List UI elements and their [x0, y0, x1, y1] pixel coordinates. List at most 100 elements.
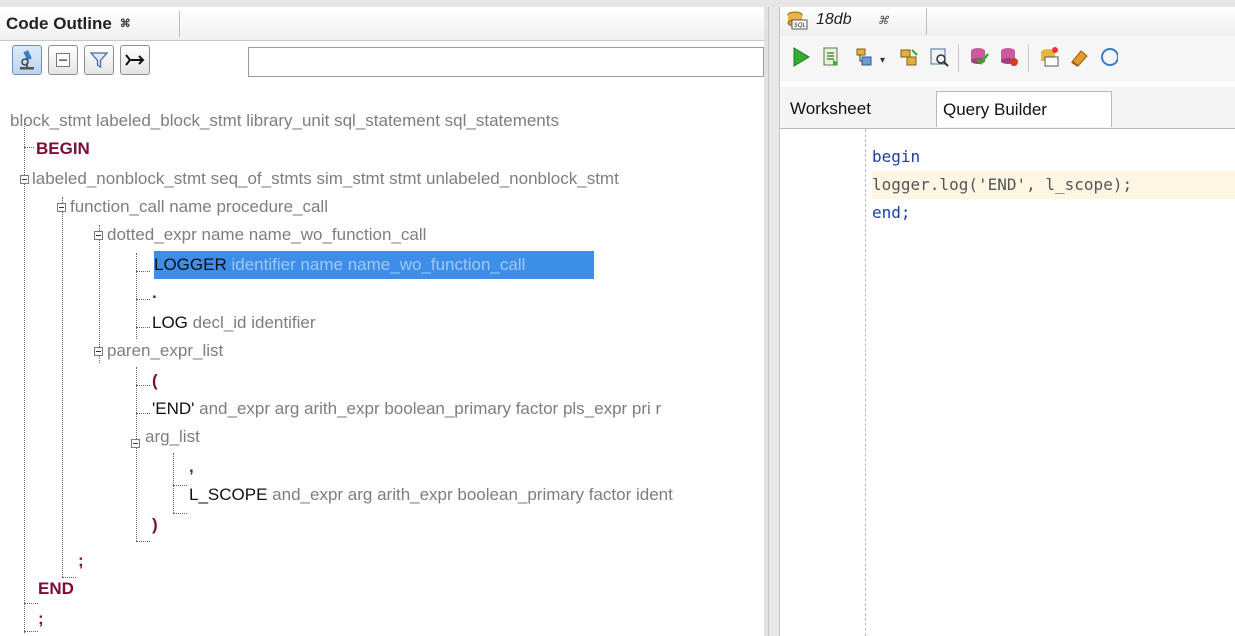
tree-branch — [24, 147, 34, 148]
token-dot: . — [152, 283, 157, 302]
tab-query-builder[interactable]: Query Builder — [936, 91, 1112, 127]
tree-branch — [173, 513, 187, 514]
unshared-worksheet-button[interactable] — [1036, 44, 1062, 70]
run-statement-button[interactable] — [788, 44, 814, 70]
follow-editor-button[interactable] — [120, 45, 150, 75]
tree-node-lparen[interactable]: ( — [152, 367, 158, 395]
tree-node-begin[interactable]: BEGIN — [36, 135, 90, 163]
token-final-semicolon: ; — [38, 609, 44, 628]
code-outline-panel: Code Outline ⌘ block_stmt labeled_block_… — [0, 7, 768, 636]
tree-node-logger-selected[interactable]: LOGGER identifier name name_wo_function_… — [154, 251, 594, 279]
token-end-string: 'END' — [152, 399, 195, 418]
tree-node-label: function_call name procedure_call — [70, 197, 328, 216]
tree-guide-line — [136, 367, 137, 541]
token-begin: BEGIN — [36, 139, 90, 158]
outline-filter-input[interactable] — [248, 47, 764, 77]
commit-button[interactable] — [966, 44, 992, 70]
microscope-icon — [20, 50, 34, 70]
token-comma: , — [189, 457, 194, 476]
token-lscope: L_SCOPE — [189, 485, 268, 504]
tree-node-labeled-stmt[interactable]: labeled_nonblock_stmt seq_of_stmts sim_s… — [32, 165, 619, 193]
filter-button[interactable] — [84, 45, 114, 75]
sql-tuning-button[interactable] — [926, 44, 952, 70]
tree-node-dotted-expr[interactable]: dotted_expr name name_wo_function_call — [107, 221, 426, 249]
token-semicolon: ; — [78, 551, 84, 570]
tree-node-label: dotted_expr name name_wo_function_call — [107, 225, 427, 244]
editor-gutter-line — [865, 129, 866, 636]
tree-node-dot[interactable]: . — [152, 279, 157, 307]
tree-node-root[interactable]: block_stmt labeled_block_stmt library_un… — [10, 107, 559, 135]
window-top-band — [0, 0, 1235, 7]
run-icon — [793, 47, 810, 67]
autotrace-icon — [900, 49, 918, 66]
autotrace-button[interactable] — [896, 44, 922, 70]
tree-node-log[interactable]: LOG decl_id identifier — [152, 309, 316, 337]
microscope-button[interactable] — [12, 45, 42, 75]
tree-guide-line — [24, 119, 25, 633]
tree-branch — [136, 271, 150, 272]
tree-node-paren-expr-list[interactable]: paren_expr_list — [107, 337, 223, 365]
script-icon — [823, 47, 838, 66]
collapse-node-icon[interactable] — [57, 203, 66, 212]
collapse-icon — [56, 53, 70, 67]
token-log: LOG — [152, 313, 188, 332]
tuning-icon — [930, 48, 949, 67]
worksheet-toolbar: ▾ — [780, 36, 1235, 82]
dropdown-caret-icon[interactable]: ▾ — [880, 55, 885, 66]
tree-node-arg-list[interactable]: arg_list — [145, 423, 200, 451]
tree-branch — [136, 299, 150, 300]
collapse-node-icon[interactable] — [131, 439, 140, 448]
clear-button[interactable] — [1066, 44, 1092, 70]
collapse-node-icon[interactable] — [94, 347, 103, 356]
tree-guide-line — [173, 453, 174, 513]
new-sql-worksheet-icon — [1041, 47, 1059, 67]
tree-node-desc: and_expr arg arith_expr boolean_primary … — [199, 399, 662, 418]
eraser-icon — [1071, 50, 1088, 67]
panel-splitter[interactable] — [768, 7, 780, 636]
collapse-all-button[interactable] — [48, 45, 78, 75]
rollback-button[interactable] — [996, 44, 1022, 70]
close-tab-icon[interactable]: ⌘ — [878, 14, 889, 27]
tree-node-rparen[interactable]: ) — [152, 511, 158, 539]
tree-node-semicolon[interactable]: ; — [78, 547, 84, 575]
collapse-node-icon[interactable] — [94, 231, 103, 240]
code-line-3: end; — [872, 203, 911, 222]
tab-worksheet[interactable]: Worksheet — [784, 91, 934, 127]
tree-node-end[interactable]: END — [38, 575, 74, 603]
tab-18db[interactable]: SQL 18db ⌘ — [786, 8, 927, 35]
filter-icon — [89, 52, 109, 69]
commit-icon — [971, 48, 989, 65]
tree-branch — [24, 603, 38, 604]
tab-18db-label: 18db — [816, 11, 852, 28]
tree-node-desc: decl_id identifier — [192, 313, 316, 332]
tab-divider — [179, 11, 180, 37]
tab-code-outline[interactable]: Code Outline ⌘ — [6, 9, 131, 38]
tree-node-comma[interactable]: , — [189, 453, 194, 481]
tree-node-label: arg_list — [145, 427, 200, 446]
svg-text:SQL: SQL — [794, 22, 806, 29]
sql-worksheet-panel: SQL 18db ⌘ ▾ Worksheet Query Builder beg… — [780, 7, 1235, 636]
toolbar-separator — [958, 44, 959, 72]
history-button[interactable] — [1094, 44, 1120, 70]
tab-divider — [926, 8, 927, 35]
tab-code-outline-label: Code Outline — [6, 13, 112, 33]
tree-guide-line — [99, 225, 100, 363]
code-line-1: begin — [872, 147, 921, 166]
tree-node-function-call[interactable]: function_call name procedure_call — [70, 193, 328, 221]
tree-branch — [136, 413, 150, 414]
tree-branch — [173, 485, 187, 486]
tree-node-lscope[interactable]: L_SCOPE and_expr arg arith_expr boolean_… — [189, 481, 764, 509]
close-tab-icon[interactable]: ⌘ — [120, 17, 131, 30]
tree-node-end-string[interactable]: 'END' and_expr arg arith_expr boolean_pr… — [152, 395, 764, 423]
collapse-node-icon[interactable] — [20, 175, 29, 184]
run-script-button[interactable] — [818, 44, 844, 70]
tree-node-final-semicolon[interactable]: ; — [38, 605, 44, 633]
tree-branch — [24, 631, 38, 632]
rollback-icon — [1001, 48, 1018, 66]
explain-plan-button[interactable] — [852, 44, 878, 70]
sql-editor[interactable]: begin logger.log('END', l_scope); end; — [780, 129, 1235, 636]
token-end: END — [38, 579, 74, 598]
token-logger: LOGGER — [154, 255, 227, 274]
token-rparen: ) — [152, 515, 158, 534]
sql-db-icon: SQL — [787, 11, 808, 30]
